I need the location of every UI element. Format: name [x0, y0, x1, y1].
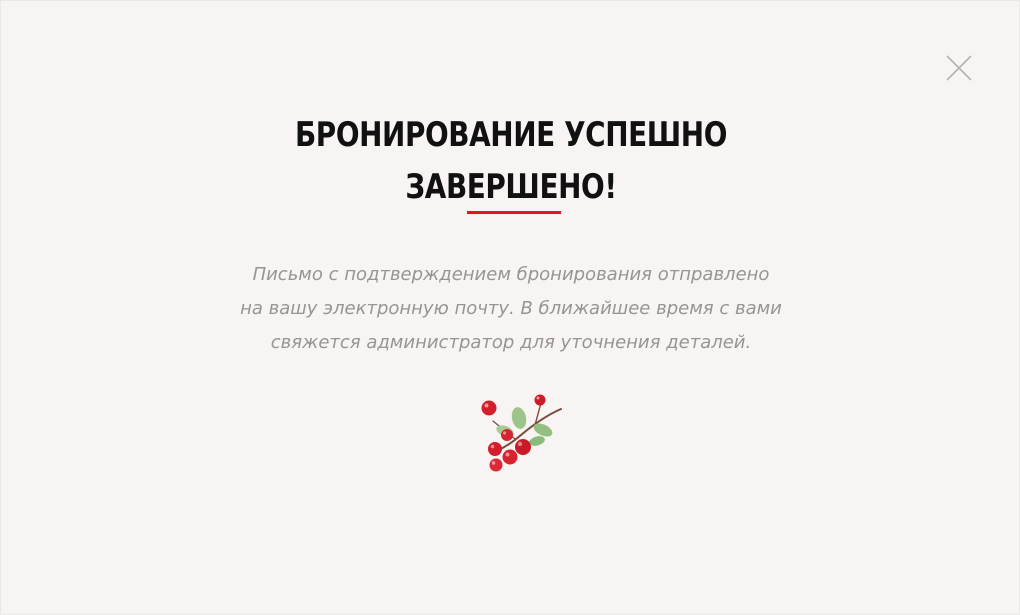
lingonberry-branch-icon [481, 394, 562, 472]
message-line-2: на вашу электронную почту. В ближайшее в… [240, 298, 782, 319]
booking-success-modal: БРОНИРОВАНИЕ УСПЕШНО ЗАВЕРШЕНО! Письмо с… [0, 0, 1020, 615]
close-button[interactable] [943, 52, 975, 84]
modal-title: БРОНИРОВАНИЕ УСПЕШНО ЗАВЕРШЕНО! [93, 109, 929, 213]
modal-title-line-2: ЗАВЕРШЕНО! [405, 167, 617, 207]
modal-title-line-1: БРОНИРОВАНИЕ УСПЕШНО [294, 115, 728, 155]
message-line-3: свяжется администратор для уточнения дет… [270, 332, 752, 353]
message-line-1: Письмо с подтверждением бронирования отп… [252, 264, 770, 285]
close-icon [946, 55, 972, 81]
confirmation-message: Письмо с подтверждением бронирования отп… [161, 258, 861, 360]
title-divider [467, 211, 561, 214]
